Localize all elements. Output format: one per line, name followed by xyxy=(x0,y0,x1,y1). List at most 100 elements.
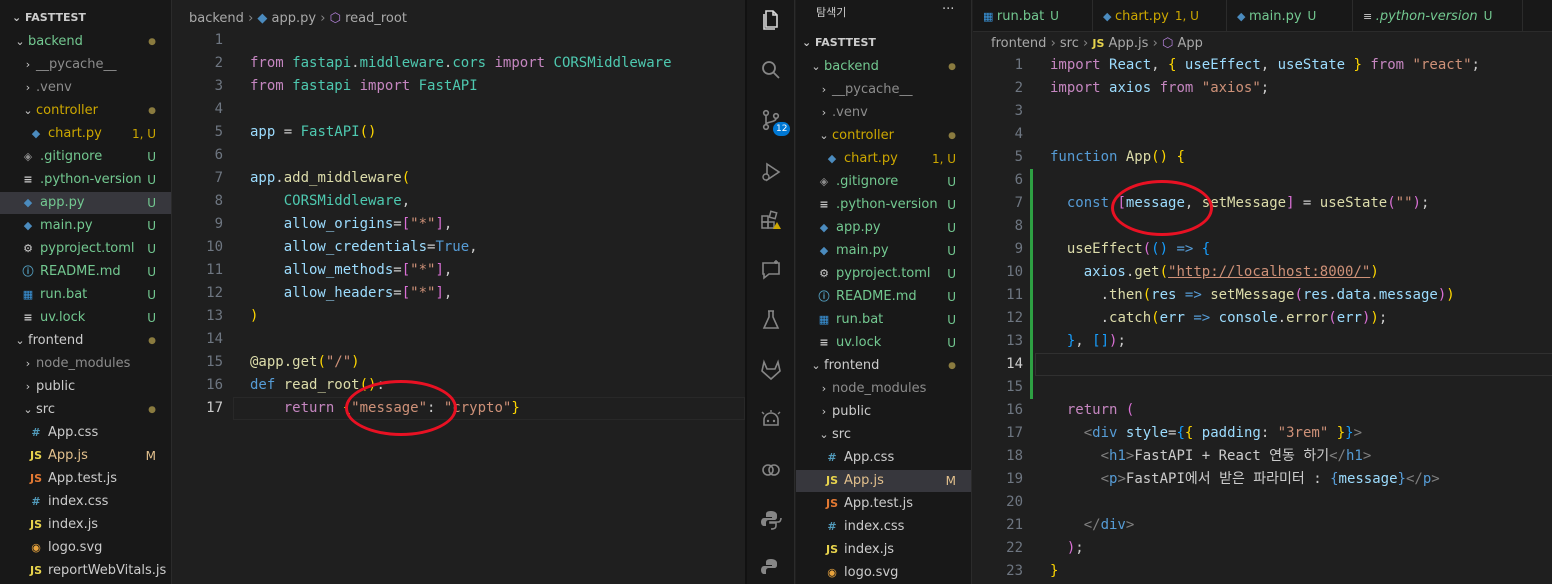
right-explorer-root[interactable]: ⌄ FASTTEST xyxy=(802,32,876,54)
tree-item-public[interactable]: › public xyxy=(796,401,971,423)
code-line[interactable]: <p>FastAPI에서 받은 파라미터 : {message}</p> xyxy=(1050,468,1440,491)
chat-icon[interactable] xyxy=(747,250,795,290)
code-line[interactable]: </div> xyxy=(1050,514,1135,537)
tree-item-run-bat[interactable]: ▦ run.bat U xyxy=(796,309,971,331)
tree-item-pyproject-toml[interactable]: ⚙ pyproject.toml U xyxy=(796,263,971,285)
search-icon[interactable] xyxy=(747,50,795,90)
tree-item-venv[interactable]: › .venv xyxy=(0,77,171,99)
code-line[interactable]: .then(res => setMessage(res.data.message… xyxy=(1050,284,1455,307)
code-line[interactable]: return ( xyxy=(1050,399,1134,422)
code-line[interactable]: app = FastAPI() xyxy=(250,121,376,144)
tree-item-node-modules[interactable]: › node_modules xyxy=(0,353,171,375)
tree-item-gitignore[interactable]: ◈ .gitignore U xyxy=(0,146,171,168)
tree-item-reportwebvitals-js[interactable]: JS reportWebVitals.js xyxy=(0,560,171,582)
code-line[interactable]: @app.get("/") xyxy=(250,351,360,374)
tree-item-app-css[interactable]: # App.css xyxy=(796,447,971,469)
breadcrumb-folder[interactable]: frontend xyxy=(991,36,1046,51)
tree-item-main-py[interactable]: ◆ main.py U xyxy=(0,215,171,237)
tree-item-controller[interactable]: ⌄ controller ● xyxy=(0,100,171,122)
files-icon[interactable] xyxy=(747,0,795,40)
tree-item-logo-svg[interactable]: ◉ logo.svg xyxy=(0,537,171,559)
tree-item-app-test-js[interactable]: JS App.test.js xyxy=(796,493,971,515)
tree-item-venv[interactable]: › .venv xyxy=(796,102,971,124)
tree-item-index-js[interactable]: JS index.js xyxy=(796,539,971,561)
tree-item-backend[interactable]: ⌄ backend ● xyxy=(0,31,171,53)
breadcrumb-symbol[interactable]: read_root xyxy=(345,11,407,26)
code-line[interactable]: }, []); xyxy=(1050,330,1126,353)
tree-item-pycache[interactable]: › __pycache__ xyxy=(0,54,171,76)
live-share-icon[interactable] xyxy=(747,450,795,490)
tree-item-src[interactable]: ⌄ src ● xyxy=(0,399,171,421)
code-line[interactable]: useEffect(() => { xyxy=(1050,238,1210,261)
tab-main-py[interactable]: ◆ main.py U xyxy=(1227,0,1353,32)
tree-item-readme-md[interactable]: ⓘ README.md U xyxy=(796,286,971,308)
code-line[interactable]: .catch(err => console.error(err)); xyxy=(1050,307,1388,330)
tree-item-index-js[interactable]: JS index.js xyxy=(0,514,171,536)
tree-item-index-css[interactable]: # index.css xyxy=(0,491,171,513)
tree-item-backend[interactable]: ⌄ backend ● xyxy=(796,56,971,78)
code-line[interactable]: from fastapi.middleware.cors import CORS… xyxy=(250,52,672,75)
tree-item-app-test-js[interactable]: JS App.test.js xyxy=(0,468,171,490)
python-icon[interactable] xyxy=(747,500,795,540)
extensions-icon[interactable] xyxy=(747,200,795,240)
tree-item-public[interactable]: › public xyxy=(0,376,171,398)
tree-item-uv-lock[interactable]: ≡ uv.lock U xyxy=(0,307,171,329)
tree-item-readme-md[interactable]: ⓘ README.md U xyxy=(0,261,171,283)
breadcrumb-file[interactable]: App.js xyxy=(1109,36,1149,51)
breadcrumb-folder[interactable]: backend xyxy=(189,11,244,26)
tree-item-app-py[interactable]: ◆ app.py U xyxy=(0,192,171,214)
testing-icon[interactable] xyxy=(747,300,795,340)
code-line[interactable]: allow_headers=["*"], xyxy=(250,282,453,305)
breadcrumb-file[interactable]: app.py xyxy=(272,11,317,26)
tree-item-run-bat[interactable]: ▦ run.bat U xyxy=(0,284,171,306)
code-line[interactable]: <div style={{ padding: "3rem" }}> xyxy=(1050,422,1362,445)
tree-item-logo-svg[interactable]: ◉ logo.svg xyxy=(796,562,971,584)
code-line[interactable]: import axios from "axios"; xyxy=(1050,77,1269,100)
tree-item-node-modules[interactable]: › node_modules xyxy=(796,378,971,400)
tree-item-frontend[interactable]: ⌄ frontend ● xyxy=(0,330,171,352)
breadcrumb-folder[interactable]: src xyxy=(1060,36,1079,51)
code-line[interactable]: ) xyxy=(250,305,258,328)
breadcrumb-symbol[interactable]: App xyxy=(1177,36,1202,51)
more-actions-icon[interactable]: ··· xyxy=(942,2,954,17)
tree-item-uv-lock[interactable]: ≡ uv.lock U xyxy=(796,332,971,354)
code-line[interactable]: function App() { xyxy=(1050,146,1185,169)
tree-item-app-js[interactable]: JS App.js M xyxy=(796,470,971,492)
code-line[interactable]: } xyxy=(1050,560,1058,583)
tree-item-index-css[interactable]: # index.css xyxy=(796,516,971,538)
tree-item-frontend[interactable]: ⌄ frontend ● xyxy=(796,355,971,377)
tree-item-chart-py[interactable]: ◆ chart.py 1, U xyxy=(0,123,171,145)
tree-item-pyproject-toml[interactable]: ⚙ pyproject.toml U xyxy=(0,238,171,260)
tree-item-app-js[interactable]: JS App.js M xyxy=(0,445,171,467)
tree-item-gitignore[interactable]: ◈ .gitignore U xyxy=(796,171,971,193)
tree-item-main-py[interactable]: ◆ main.py U xyxy=(796,240,971,262)
code-line[interactable]: from fastapi import FastAPI xyxy=(250,75,478,98)
code-line[interactable]: allow_credentials=True, xyxy=(250,236,478,259)
tab-run-bat[interactable]: ▦ run.bat U xyxy=(973,0,1093,32)
tree-item-app-py[interactable]: ◆ app.py U xyxy=(796,217,971,239)
left-explorer-root[interactable]: ⌄ FASTTEST xyxy=(12,7,86,29)
tree-item-chart-py[interactable]: ◆ chart.py 1, U xyxy=(796,148,971,170)
tree-item-python-version[interactable]: ≡ .python-version U xyxy=(0,169,171,191)
tree-item-python-version[interactable]: ≡ .python-version U xyxy=(796,194,971,216)
gitlab-icon[interactable] xyxy=(747,350,795,390)
tree-item-pycache[interactable]: › __pycache__ xyxy=(796,79,971,101)
tab-chart-py[interactable]: ◆ chart.py 1, U xyxy=(1093,0,1227,32)
tree-item-app-css[interactable]: # App.css xyxy=(0,422,171,444)
run-debug-icon[interactable] xyxy=(747,152,795,192)
code-line[interactable]: app.add_middleware( xyxy=(250,167,410,190)
python-env-icon[interactable] xyxy=(747,548,795,584)
code-line[interactable]: import React, { useEffect, useState } fr… xyxy=(1050,54,1480,77)
code-line[interactable]: const [message, setMessage] = useState("… xyxy=(1050,192,1430,215)
tree-item-controller[interactable]: ⌄ controller ● xyxy=(796,125,971,147)
code-line[interactable]: CORSMiddleware, xyxy=(250,190,410,213)
copilot-icon[interactable] xyxy=(747,400,795,440)
tab-python-version[interactable]: ≡ .python-version U xyxy=(1353,0,1523,32)
code-line[interactable]: ); xyxy=(1050,537,1084,560)
tree-item-src[interactable]: ⌄ src xyxy=(796,424,971,446)
code-line[interactable]: allow_methods=["*"], xyxy=(250,259,453,282)
code-line[interactable]: <h1>FastAPI + React 연동 하기</h1> xyxy=(1050,445,1372,468)
source-control-icon[interactable]: 12 xyxy=(747,100,795,140)
code-line[interactable]: axios.get("http://localhost:8000/") xyxy=(1050,261,1379,284)
code-line[interactable]: allow_origins=["*"], xyxy=(250,213,453,236)
